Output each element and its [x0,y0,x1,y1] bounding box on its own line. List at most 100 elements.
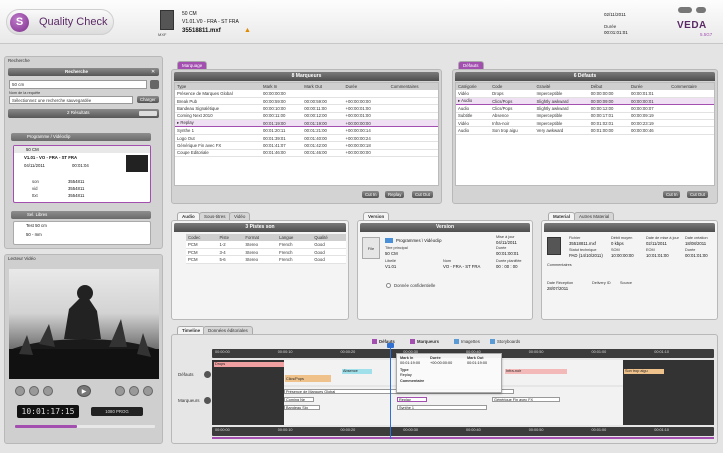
track-marqueurs-toggle-icon[interactable] [204,397,211,404]
marker-seg-replay[interactable]: Replay [397,397,427,402]
markers-cut-in-button[interactable]: Cut In [362,191,380,198]
saved-search-select[interactable]: Sélectionnez une recherche sauvegardée [9,96,133,104]
col-markin[interactable]: Mark In [261,83,303,90]
timeline-playhead-handle[interactable] [387,343,394,348]
result-card-2[interactable]: Test 50 cm 50 - mm [13,221,151,245]
markers-replay-button[interactable]: Replay [385,191,405,198]
play-button[interactable]: ▶ [77,385,91,397]
marker-seg-synthe[interactable]: Synthe 1 [397,405,487,410]
next-frame-button[interactable] [129,386,139,396]
defects-cell: Imperceptible [534,112,589,121]
track-defauts-toggle-icon[interactable] [204,371,211,378]
legend-imagettes[interactable]: Imagettes [461,339,480,344]
col-type[interactable]: Type [175,83,261,90]
tab-material[interactable]: Material [548,212,576,220]
defects-row[interactable]: Audio Clics/Pops Slightly awkward 00:00:12:… [456,104,714,113]
markers-cell: 00:01:40:00 [302,134,344,143]
col-categorie[interactable]: Catégorie [456,83,491,90]
ruler-bottom-tick-label: 00:01:10 [654,428,670,432]
col-format[interactable]: Format [243,234,278,241]
audio-row[interactable]: PCM 1-2 Stereo French Good [186,241,346,249]
timeline-scroll-fill[interactable] [212,437,714,439]
defect-seg-drops[interactable]: Drops [214,362,284,367]
material-delivery-label: Delivery ID [592,281,611,285]
markers-row[interactable]: Logo Out 00:01:39:01 00:01:40:00 +00:00:00:… [175,134,438,143]
col-commentaire[interactable]: Commentaire [669,83,714,90]
col-debut[interactable]: Début [588,83,629,90]
search-input[interactable]: 50 cm [9,80,147,89]
defects-row[interactable]: Audio Son trop aigu Very awkward 00:01:00:0… [456,126,714,135]
legend-storyboards[interactable]: Storyboards [497,339,520,344]
tab-audio[interactable]: Audio [177,212,200,220]
tab-video[interactable]: Vidéo [229,212,251,220]
audio-row[interactable]: PCM 5-6 Stereo French Good [186,255,346,264]
saved-search-load-button[interactable]: Charger [137,96,159,103]
marker-seg-bandeau[interactable]: Bandeau Sig [284,405,320,410]
result-duration: 00:01:04 [72,163,89,168]
col-langue[interactable]: Langue [277,234,313,241]
search-go-icon[interactable] [150,80,159,89]
timeline-playhead[interactable] [390,345,391,439]
defects-row[interactable]: Subtitle Absence Imperceptible 00:00:17:01 0… [456,112,714,121]
tab-sous-titres[interactable]: Sous-titres [199,212,231,220]
warning-icon: ▲ [244,27,251,34]
col-gravite[interactable]: Gravité [534,83,589,90]
col-duree[interactable]: Durée [343,83,389,90]
markers-cell [343,90,389,98]
markers-row[interactable]: Break Pub 00:00:59:00 00:00:59:00 +00:00:00… [175,97,438,106]
col-commentaires[interactable]: Commentaires [388,83,438,90]
step-forward-button[interactable] [115,386,125,396]
defects-cell: Infra-noir [490,119,535,128]
defects-row[interactable]: ▸ Audio Clics/Pops Slightly awkward 00:00:0… [456,96,714,106]
tab-timeline[interactable]: Timeline [177,326,206,334]
result-card[interactable]: 50 CM V1.01 - VO - FRA - ST FRA 04/11/20… [13,145,151,203]
results-tools-icon[interactable] [139,111,157,116]
defects-cut-in-button[interactable]: Cut In [663,191,681,198]
tab-version[interactable]: Version [363,212,390,220]
ruler-top-tick-label: 00:01:00 [591,350,607,354]
col-codec[interactable]: Codec [186,234,218,241]
legend-marqueurs[interactable]: Marqueurs [417,339,439,344]
cloud-icon[interactable] [678,7,692,13]
markers-row[interactable]: Synthe 1 00:01:20:11 00:01:21:00 +00:00:00:… [175,126,438,135]
prev-frame-button[interactable] [29,386,39,396]
brand-sub: 5.5G7 [700,32,713,37]
tab-autres-material[interactable]: Autres Material [574,212,615,220]
tab-donnees-editoriales[interactable]: Données éditoriales [203,326,253,334]
col-qualite[interactable]: Qualité [312,234,346,241]
col-duree-def[interactable]: Durée [628,83,670,90]
col-code[interactable]: Code [490,83,535,90]
material-recv-value: 28/07/2011 [547,286,569,291]
tab-marquage[interactable]: Marquage [177,61,208,69]
defect-seg-absence[interactable]: Absence [342,369,372,374]
markers-row[interactable]: Présence de Marques Global 00:00:00:00 [175,90,438,98]
confidential-checkbox[interactable] [386,283,391,288]
defects-row[interactable]: Vidéo Infra-noir Imperceptible 00:01:02:01 0… [456,119,714,128]
search-close-icon[interactable]: ✕ [151,69,155,75]
defects-cut-out-button[interactable]: Cut Out [687,191,708,198]
material-maj-value: 02/11/2011 [646,241,667,246]
markers-cell [388,104,438,113]
markers-row[interactable]: Coupe Editoriale 00:01:46:00 00:01:46:00 +0… [175,149,438,158]
markers-row[interactable]: Bandeau Signalétique 00:00:10:00 00:00:11:… [175,104,438,113]
col-markout[interactable]: Mark Out [302,83,344,90]
result-id-1: 3554811 [68,179,85,184]
player-progress-track[interactable] [15,425,155,428]
defect-seg-clics-2[interactable]: Clics/Pops [285,377,331,382]
markers-row[interactable]: ▸ Replay 00:01:19:00 00:01:19:00 +00:00:00:… [175,119,438,128]
power-icon[interactable] [696,7,706,13]
col-piste[interactable]: Piste [217,234,244,241]
marker-seg-coming-next[interactable]: Coming Ne [284,397,314,402]
rewind-button[interactable] [15,386,25,396]
markers-cut-out-button[interactable]: Cut Out [412,191,433,198]
defect-seg-son-trop-aigu[interactable]: Son trop aigu [624,369,664,374]
fast-forward-button[interactable] [143,386,153,396]
markers-row[interactable]: Générique Fin avec FX 00:01:41:07 00:01:42… [175,141,438,150]
step-back-button[interactable] [43,386,53,396]
defect-seg-infra-noir[interactable]: Infra-noir [505,369,567,374]
tab-defauts[interactable]: Défauts [458,61,484,69]
audio-row[interactable]: PCM 3-4 Stereo French Good [186,248,346,257]
markers-row[interactable]: Coming Next 2010 00:00:11:00 00:00:12:00 +0… [175,112,438,121]
defects-row[interactable]: Vidéo Drops Imperceptible 00:00:00:00 00:00:… [456,90,714,98]
marker-seg-generique[interactable]: Générique Fin avec FX [492,397,560,402]
